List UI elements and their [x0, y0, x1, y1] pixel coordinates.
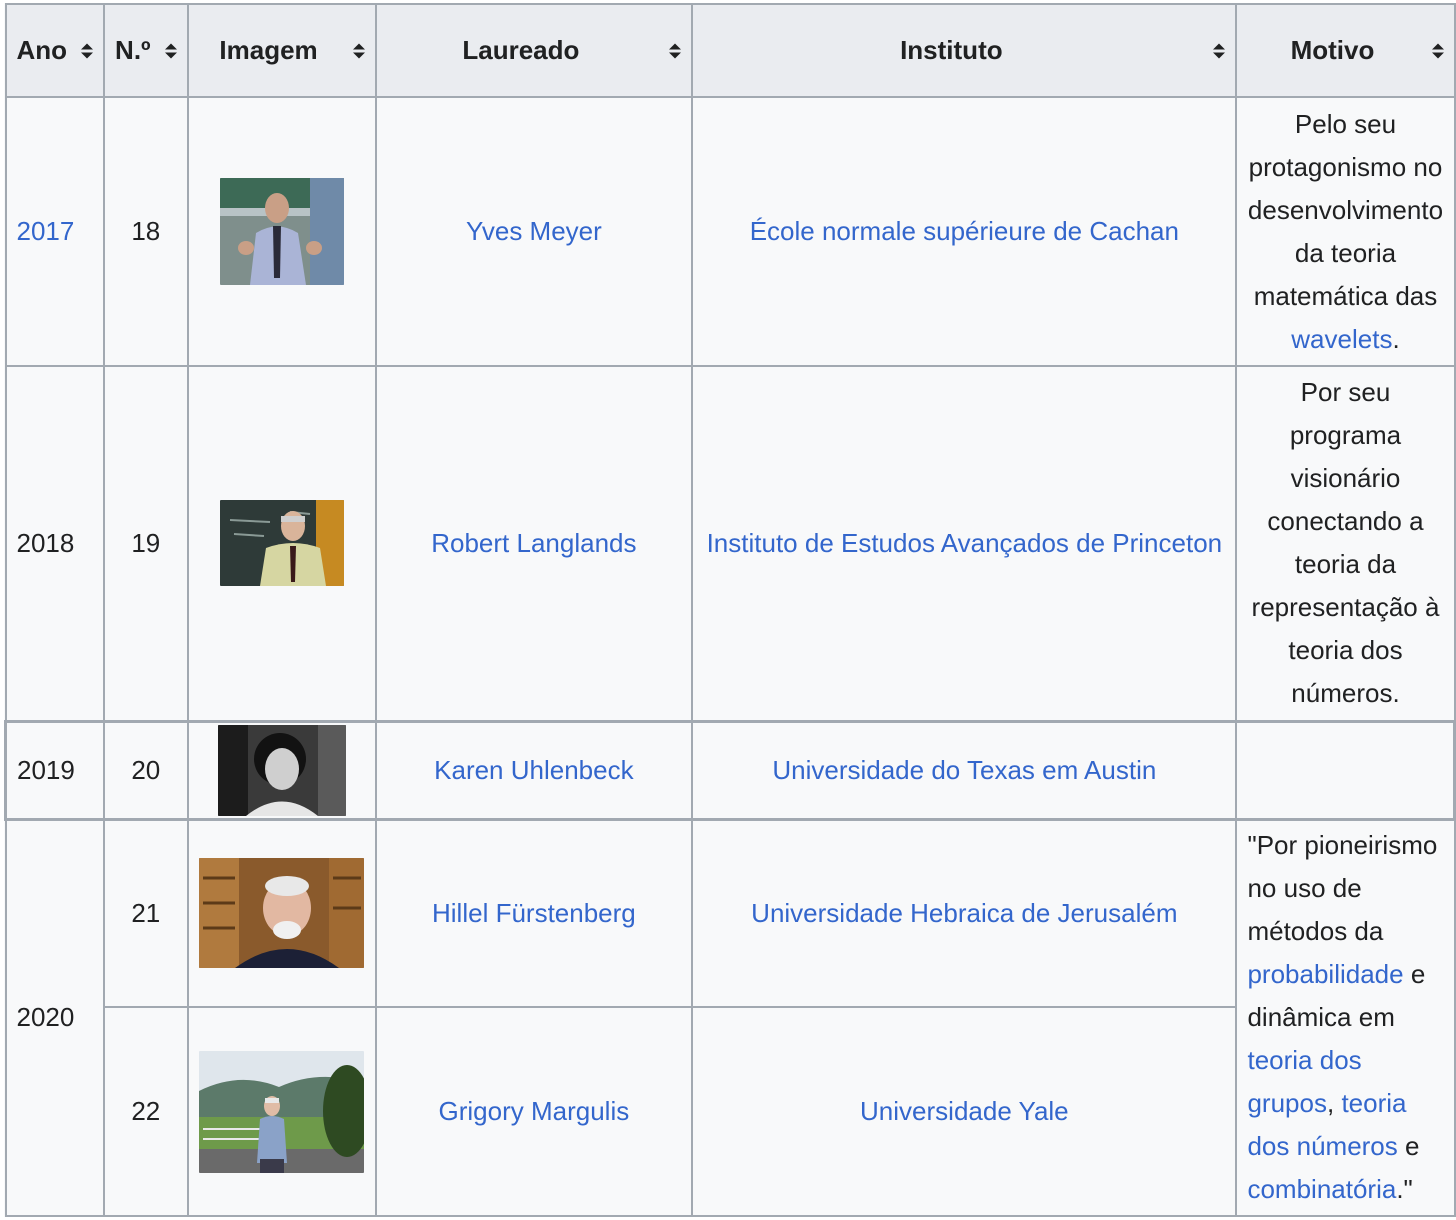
- number-cell: 19: [103, 365, 189, 722]
- laureate-cell: Hillel Fürstenberg: [374, 818, 694, 1008]
- year-cell: 2020: [4, 818, 106, 1217]
- header-year[interactable]: Ano: [4, 3, 106, 98]
- table-row: 2020 21 Hillel Fürstenberg Universidade …: [4, 818, 1456, 1217]
- sort-icon[interactable]: [669, 43, 682, 58]
- header-row: Ano N.º Imagem Laureado Instituto Motivo: [4, 3, 1456, 98]
- header-number[interactable]: N.º: [103, 3, 189, 98]
- image-cell: [186, 365, 377, 722]
- institute-link[interactable]: Universidade Hebraica de Jerusalém: [751, 898, 1177, 928]
- institute-cell: Universidade Yale: [691, 1006, 1238, 1217]
- laureates-table: Ano N.º Imagem Laureado Instituto Motivo…: [4, 3, 1456, 1217]
- institute-cell: Universidade do Texas em Austin: [691, 719, 1238, 821]
- reason-cell: Pelo seu protagonismo no desenvolvimento…: [1235, 96, 1456, 367]
- header-reason[interactable]: Motivo: [1235, 3, 1456, 98]
- image-cell: [186, 818, 377, 1008]
- laureate-link[interactable]: Karen Uhlenbeck: [434, 755, 633, 785]
- sort-icon[interactable]: [1431, 43, 1444, 58]
- laureate-link[interactable]: Yves Meyer: [466, 216, 602, 246]
- laureate-cell: Robert Langlands: [374, 365, 694, 722]
- table-row: 2018 19 Robert Langlands Instituto de Es…: [4, 365, 1456, 722]
- institute-cell: Universidade Hebraica de Jerusalém: [691, 818, 1238, 1008]
- header-laureate[interactable]: Laureado: [374, 3, 694, 98]
- sort-icon[interactable]: [81, 43, 94, 58]
- number-cell: 18: [103, 96, 189, 367]
- sort-icon[interactable]: [352, 43, 365, 58]
- laureate-photo[interactable]: [219, 500, 344, 587]
- institute-link[interactable]: École normale supérieure de Cachan: [750, 216, 1179, 246]
- laureate-photo[interactable]: [199, 858, 365, 969]
- image-cell: [186, 96, 377, 367]
- laureate-cell: Yves Meyer: [374, 96, 694, 367]
- institute-link[interactable]: Universidade Yale: [860, 1096, 1069, 1126]
- year-cell: 2017: [4, 96, 106, 367]
- header-institute[interactable]: Instituto: [691, 3, 1238, 98]
- reason-link[interactable]: wavelets: [1291, 324, 1392, 354]
- laureate-cell: Grigory Margulis: [374, 1006, 694, 1217]
- number-cell: 20: [103, 719, 189, 821]
- laureate-photo[interactable]: [217, 724, 346, 816]
- laureate-link[interactable]: Grigory Margulis: [439, 1096, 630, 1126]
- reason-cell: "Por pioneirismo no uso de métodos da pr…: [1235, 818, 1456, 1217]
- sort-icon[interactable]: [164, 43, 177, 58]
- laureate-photo[interactable]: [219, 178, 344, 285]
- institute-cell: Instituto de Estudos Avançados de Prince…: [691, 365, 1238, 722]
- reason-cell: [1235, 719, 1456, 821]
- institute-link[interactable]: Universidade do Texas em Austin: [772, 755, 1156, 785]
- laureate-cell: Karen Uhlenbeck: [374, 719, 694, 821]
- reason-cell: Por seu programa visionário conectando a…: [1235, 365, 1456, 722]
- year-cell: 2019: [4, 719, 106, 821]
- laureate-link[interactable]: Hillel Fürstenberg: [432, 898, 636, 928]
- table-row: 2019 20 Karen Uhlenbeck Universidade do …: [4, 719, 1456, 821]
- image-cell: [186, 1006, 377, 1217]
- reason-link-combinatorics[interactable]: combinatória: [1247, 1174, 1396, 1204]
- laureate-link[interactable]: Robert Langlands: [431, 528, 636, 558]
- reason-link-probability[interactable]: probabilidade: [1247, 959, 1403, 989]
- number-cell: 22: [103, 1006, 189, 1217]
- institute-link[interactable]: Instituto de Estudos Avançados de Prince…: [707, 528, 1223, 558]
- institute-cell: École normale supérieure de Cachan: [691, 96, 1238, 367]
- header-image[interactable]: Imagem: [186, 3, 377, 98]
- sort-icon[interactable]: [1213, 43, 1226, 58]
- table-row: 2017 18 Yves Meyer École normale supérie…: [4, 96, 1456, 367]
- laureate-photo[interactable]: [199, 1050, 365, 1173]
- year-cell: 2018: [4, 365, 106, 722]
- number-cell: 21: [103, 818, 189, 1008]
- year-link[interactable]: 2017: [17, 216, 75, 246]
- image-cell: [186, 719, 377, 821]
